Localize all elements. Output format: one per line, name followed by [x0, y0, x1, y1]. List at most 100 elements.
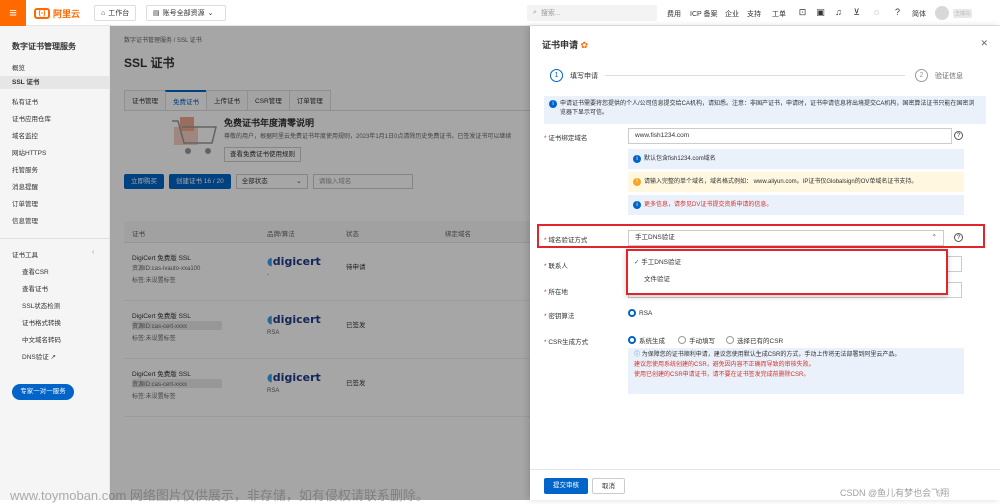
top-bar: ≡ (-) 阿里云 ⌂ 工作台 ▤ 账号全部资源 ⌄ ⌕ 搜索... 费用 ICP 备案 … [0, 0, 1000, 26]
search-icon: ⌕ [533, 9, 537, 16]
sidebar-tool-csr[interactable]: 查看CSR [22, 266, 49, 276]
sidebar-tool-cert[interactable]: 查看证书 [22, 283, 48, 293]
option-dns-label: 手工DNS验证 [641, 259, 681, 266]
option-dns[interactable]: ✓ 手工DNS验证 [634, 256, 681, 266]
sidebar-tool-ssl-check[interactable]: SSL状态检测 [22, 300, 60, 310]
radio-rsa-label: RSA [639, 309, 653, 317]
label-algo: * 密钥算法 [544, 313, 575, 320]
close-icon[interactable]: ✕ [980, 38, 988, 49]
label-contact: * 联系人 [544, 263, 568, 270]
lang-switch[interactable]: 简体 [912, 9, 926, 19]
label-verify: * 域名验证方式 [544, 237, 588, 244]
radio-csr-manual-label: 手动填写 [689, 338, 715, 345]
dv-info-link[interactable]: 更多信息，请参见DV证书提交资质申请的信息。 [644, 202, 772, 208]
radio-indicator [678, 336, 686, 344]
option-file[interactable]: 文件验证 [644, 273, 944, 287]
warning-icon: ! [633, 178, 641, 186]
sidebar-title: 数字证书管理服务 [12, 42, 76, 51]
sidebar-item-hosting[interactable]: 托管服务 [12, 164, 38, 174]
feedback-icon[interactable]: ✿ [581, 40, 589, 50]
radio-indicator [628, 309, 636, 317]
sidebar-item-info[interactable]: 信息管理 [12, 215, 38, 225]
sidebar-item-ssl[interactable]: SSL 证书 [0, 76, 110, 89]
help-icon[interactable]: ? [892, 7, 903, 18]
info-icon: i [633, 201, 641, 209]
sidebar-item-orders[interactable]: 订单管理 [12, 198, 38, 208]
nav-fee[interactable]: 费用 [667, 9, 681, 19]
account-resource-select[interactable]: ▤ 账号全部资源 ⌄ [146, 5, 226, 21]
label-domain-text: 证书绑定域名 [548, 135, 588, 142]
domain-input[interactable]: www.fish1234.com [628, 128, 952, 144]
help-icon[interactable]: ? [954, 131, 963, 140]
label-algo-text: 密钥算法 [548, 313, 575, 320]
sidebar-tools-title[interactable]: 证书工具 [12, 249, 38, 259]
label-domain: * 证书绑定域名 [544, 135, 588, 142]
modal-overlay[interactable] [110, 26, 530, 500]
check-icon: ✓ [634, 259, 640, 266]
sidebar-item-message[interactable]: 消息提醒 [12, 181, 38, 191]
csdn-watermark: CSDN @鱼儿有梦也会飞翔 [840, 488, 950, 498]
sidebar-item-repo[interactable]: 证书应用仓库 [12, 113, 51, 123]
sidebar-item-monitor[interactable]: 域名监控 [12, 130, 38, 140]
home-icon: ⌂ [101, 9, 106, 17]
radio-indicator [628, 336, 636, 344]
help-icon[interactable]: ? [954, 233, 963, 242]
verify-method-dropdown: ✓ 手工DNS验证 文件验证 [626, 249, 948, 295]
radio-csr-manual[interactable]: 手动填写 [678, 335, 715, 345]
menu-icon[interactable]: ≡ [0, 0, 26, 26]
step-connector [605, 75, 905, 76]
workbench-button[interactable]: ⌂ 工作台 [94, 5, 137, 21]
sidebar: 数字证书管理服务 概览 SSL 证书 私有证书 证书应用仓库 域名监控 网站HT… [0, 26, 110, 500]
expert-service-button[interactable]: 专家一对一服务 [12, 384, 74, 400]
footer-divider [530, 469, 1000, 470]
submit-review-button[interactable]: 提交审核 [544, 478, 588, 494]
sidebar-tool-dns[interactable]: DNS验证 ↗ [22, 351, 56, 361]
csr-info-text: 为保障您的证书顺利申请，建议您使用默认生成CSR的方式，手动上传将无法部署到阿里… [641, 352, 901, 358]
aliyun-logo[interactable]: (-) 阿里云 [34, 7, 80, 20]
notice-box: i 申请证书需要将您提供的个人/公司信息提交给CA机构，请知悉。注意：非国产证书，… [544, 96, 986, 124]
chevron-down-icon: ⌄ [207, 10, 214, 17]
radio-rsa[interactable]: RSA [628, 309, 652, 317]
sidebar-divider [0, 238, 110, 239]
nav-enterprise[interactable]: 企业 [725, 9, 739, 19]
radio-csr-system-label: 系统生成 [639, 338, 665, 345]
radio-csr-system[interactable]: 系统生成 [628, 335, 665, 345]
cloud-shell-icon[interactable]: ⊡ [797, 7, 808, 18]
sidebar-item-overview[interactable]: 概览 [12, 62, 25, 72]
global-search-input[interactable]: ⌕ 搜索... [527, 5, 657, 21]
step-1-icon: 1 [550, 69, 563, 82]
label-location-text: 所在地 [548, 289, 568, 296]
bell-icon[interactable]: ♫ [833, 7, 844, 18]
image-icon[interactable]: ▣ [815, 7, 826, 18]
nav-icp[interactable]: ICP 备案 [690, 9, 718, 19]
step-2-label: 验证信息 [935, 73, 963, 80]
logo-text: 阿里云 [53, 9, 81, 19]
resource-icon: ▤ [153, 10, 160, 17]
sidebar-item-https[interactable]: 网站HTTPS [12, 147, 46, 157]
verify-method-select[interactable]: 手工DNS验证 ⌃ [628, 230, 944, 246]
info-icon: i [633, 155, 641, 163]
label-verify-text: 域名验证方式 [548, 237, 588, 244]
user-avatar[interactable]: 王瑞马 [935, 5, 990, 21]
dv-info-box: i 更多信息，请参见DV证书提交资质申请的信息。 [628, 195, 964, 215]
sidebar-item-private[interactable]: 私有证书 [12, 96, 38, 106]
sidebar-tool-punycode[interactable]: 中文域名转码 [22, 334, 61, 344]
radio-indicator [726, 336, 734, 344]
nav-support[interactable]: 支持 [747, 9, 761, 19]
csr-warn-1: 建议您使用系统创建的CSR，避免因内容不正确而导致的审核失败。 [634, 362, 815, 368]
sidebar-tool-format[interactable]: 证书格式转换 [22, 317, 61, 327]
info-icon: i [549, 100, 557, 108]
nav-ticket[interactable]: 工单 [772, 9, 786, 19]
radio-csr-existing[interactable]: 选择已有的CSR [726, 335, 783, 345]
notice-text: 申请证书需要将您提供的个人/公司信息提交给CA机构，请知悉。注意：非国产证书，申… [560, 101, 975, 116]
search-placeholder: 搜索... [540, 10, 561, 17]
domain-info-box: i 默认包含fish1234.com域名 [628, 149, 964, 169]
label-location: * 所在地 [544, 289, 568, 296]
hint-icon[interactable]: ◌ [871, 7, 882, 18]
info-icon: ⓘ [634, 352, 641, 358]
cancel-button[interactable]: 取消 [592, 478, 625, 494]
chevron-left-icon[interactable]: ‹ [92, 249, 94, 256]
avatar [935, 6, 949, 20]
cart-icon[interactable]: ⊻ [851, 7, 862, 18]
drawer-title-text: 证书申请 [542, 40, 579, 50]
